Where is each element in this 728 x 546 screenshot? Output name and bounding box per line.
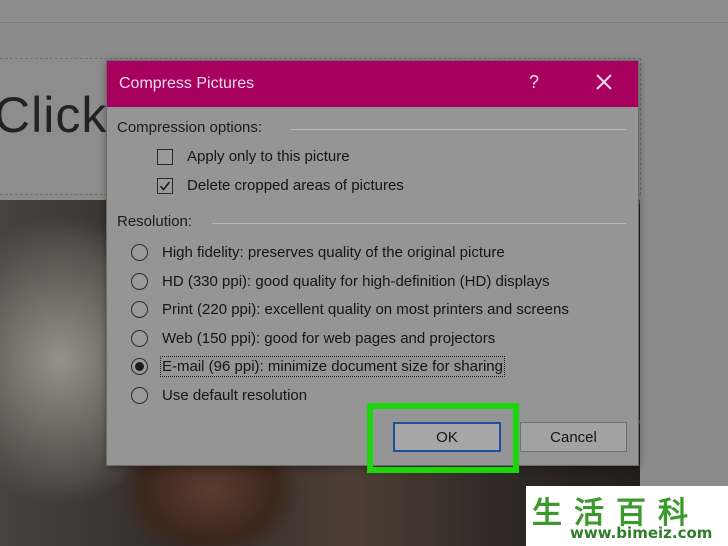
radio-button[interactable]: [131, 273, 148, 290]
radio-label: Web (150 ppi): good for web pages and pr…: [162, 330, 496, 347]
radio-default-resolution[interactable]: Use default resolution: [131, 387, 307, 404]
watermark-logo: 生活百科 www.bimeiz.com: [526, 486, 728, 546]
dialog-title-bar[interactable]: Compress Pictures ?: [107, 61, 638, 107]
compress-pictures-dialog: Compress Pictures ? Compression options:…: [106, 60, 639, 466]
apply-only-checkbox-row[interactable]: Apply only to this picture: [157, 148, 350, 165]
radio-selected-dot: [135, 362, 144, 371]
radio-label: High fidelity: preserves quality of the …: [162, 244, 505, 261]
radio-label: Use default resolution: [162, 387, 308, 404]
delete-cropped-checkbox[interactable]: [157, 177, 173, 194]
close-button[interactable]: [593, 71, 615, 93]
radio-email[interactable]: E-mail (96 ppi): minimize document size …: [131, 356, 505, 377]
radio-high-fidelity[interactable]: High fidelity: preserves quality of the …: [131, 244, 505, 261]
ok-button[interactable]: OK: [393, 422, 501, 452]
resolution-label: Resolution:: [117, 213, 193, 230]
compression-options-label: Compression options:: [117, 119, 263, 136]
watermark-url: www.bimeiz.com: [570, 524, 713, 542]
close-icon: [596, 74, 612, 90]
radio-button[interactable]: [131, 330, 148, 347]
checkmark-icon: [159, 181, 171, 191]
radio-label: HD (330 ppi): good quality for high-defi…: [162, 273, 550, 290]
radio-web[interactable]: Web (150 ppi): good for web pages and pr…: [131, 330, 495, 347]
window-top-strip: [0, 0, 728, 23]
delete-cropped-checkbox-row[interactable]: Delete cropped areas of pictures: [157, 177, 404, 194]
radio-button-selected[interactable]: [131, 358, 148, 375]
help-button[interactable]: ?: [529, 72, 539, 93]
radio-hd[interactable]: HD (330 ppi): good quality for high-defi…: [131, 273, 550, 290]
radio-label: E-mail (96 ppi): minimize document size …: [160, 356, 505, 377]
cancel-button[interactable]: Cancel: [520, 422, 627, 452]
radio-label: Print (220 ppi): excellent quality on mo…: [162, 301, 569, 318]
section-divider: [290, 129, 626, 130]
delete-cropped-label: Delete cropped areas of pictures: [187, 177, 404, 194]
section-divider: [212, 223, 626, 224]
apply-only-label: Apply only to this picture: [187, 148, 350, 165]
apply-only-checkbox[interactable]: [157, 148, 173, 165]
radio-button[interactable]: [131, 301, 148, 318]
radio-button[interactable]: [131, 387, 148, 404]
radio-print[interactable]: Print (220 ppi): excellent quality on mo…: [131, 301, 569, 318]
dialog-title: Compress Pictures: [119, 75, 255, 92]
radio-button[interactable]: [131, 244, 148, 261]
